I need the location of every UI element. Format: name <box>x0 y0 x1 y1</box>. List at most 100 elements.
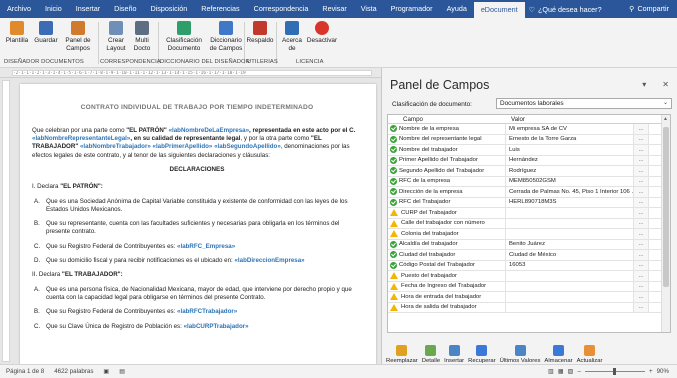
field-value-cell[interactable]: Ciudad de México <box>506 250 634 260</box>
field-value-cell[interactable]: Hernández <box>506 155 634 165</box>
field-row[interactable]: Puesto del trabajador... <box>388 271 670 282</box>
field-value-cell[interactable] <box>506 208 634 218</box>
field-value-cell[interactable] <box>506 229 634 239</box>
header-valor[interactable]: Valor <box>508 115 642 123</box>
clasificacion-select[interactable]: Documentos laborales ⌄ <box>496 98 672 109</box>
field-tag[interactable]: «labRFCTrabajador» <box>177 308 237 315</box>
multi-docto-button[interactable]: Multi Docto <box>130 21 154 52</box>
field-tag[interactable]: «labRFC_Empresa» <box>177 243 235 250</box>
field-tag[interactable]: «labNombreDeLaEmpresa» <box>169 127 249 134</box>
field-row[interactable]: Hora de entrada del trabajador... <box>388 292 670 303</box>
field-row[interactable]: Nombre del trabajador Luis... <box>388 145 670 156</box>
field-edit-button[interactable]: ... <box>634 250 649 260</box>
menu-tab-1[interactable]: Inicio <box>38 0 69 18</box>
field-row[interactable]: Calle del trabajador con número... <box>388 218 670 229</box>
crear-layout-button[interactable]: Crear Layout <box>104 21 128 52</box>
field-edit-button[interactable]: ... <box>634 218 649 228</box>
field-edit-button[interactable]: ... <box>634 155 649 165</box>
field-edit-button[interactable]: ... <box>634 124 649 134</box>
panel-tool-button[interactable]: Reemplazar <box>386 336 418 364</box>
field-row[interactable]: Segundo Apellido del Trabajador Rodríguez… <box>388 166 670 177</box>
panel-campos-button[interactable]: Panel de Campos <box>64 21 92 52</box>
field-edit-button[interactable]: ... <box>634 292 649 302</box>
web-layout-icon[interactable]: ▧ <box>568 365 574 378</box>
field-value-cell[interactable]: MEM850502GSM <box>506 176 634 186</box>
field-value-cell[interactable]: Luis <box>506 145 634 155</box>
header-campo[interactable]: Campo <box>398 115 508 123</box>
field-value-cell[interactable]: Mi empresa SA de CV <box>506 124 634 134</box>
page-count[interactable]: Página 1 de 8 <box>6 368 44 375</box>
panel-tool-button[interactable]: Almacenar <box>544 336 573 364</box>
menu-tab-7[interactable]: Revisar <box>315 0 353 18</box>
field-row[interactable]: Colonia del trabajador... <box>388 229 670 240</box>
tell-me-box[interactable]: ♡ ¿Qué desea hacer? <box>529 5 602 14</box>
field-value-cell[interactable]: Benito Juárez <box>506 239 634 249</box>
field-tag[interactable]: «labNombreTrabajador» «labPrimerApellido… <box>80 143 281 150</box>
field-edit-button[interactable]: ... <box>634 281 649 291</box>
panel-tool-button[interactable]: Insertar <box>444 336 464 364</box>
close-icon[interactable]: ✕ <box>662 80 669 89</box>
field-value-cell[interactable] <box>506 271 634 281</box>
field-row[interactable]: Ciudad del trabajador Ciudad de México... <box>388 250 670 261</box>
word-count[interactable]: 4622 palabras <box>54 368 93 375</box>
grid-scrollbar[interactable]: ▲ <box>661 115 670 332</box>
print-layout-icon[interactable]: ▦ <box>558 365 564 378</box>
menu-tab-6[interactable]: Correspondencia <box>247 0 316 18</box>
field-row[interactable]: Fecha de Ingreso del Trabajador... <box>388 281 670 292</box>
share-button[interactable]: ⚲ Compartir <box>629 0 669 18</box>
field-row[interactable]: RFC del Trabajador HERL890718M3S... <box>388 197 670 208</box>
zoom-in-icon[interactable]: + <box>649 365 653 378</box>
plantilla-button[interactable]: Plantilla <box>4 21 30 45</box>
field-value-cell[interactable]: Ernesto de la Torre Garza <box>506 134 634 144</box>
field-edit-button[interactable]: ... <box>634 187 649 197</box>
zoom-out-icon[interactable]: – <box>578 365 581 378</box>
proofing-icon[interactable]: ▣ <box>103 368 109 375</box>
menu-tab-4[interactable]: Disposición <box>144 0 195 18</box>
diccionario-button[interactable]: Diccionario de Campos <box>206 21 246 52</box>
document-page[interactable]: CONTRATO INDIVIDUAL DE TRABAJO POR TIEMP… <box>20 84 376 364</box>
field-row[interactable]: Nombre de la empresa Mi empresa SA de CV.… <box>388 124 670 135</box>
scroll-thumb[interactable] <box>663 127 669 287</box>
field-row[interactable]: Hora de salida del trabajador... <box>388 302 670 313</box>
field-value-cell[interactable] <box>506 292 634 302</box>
menu-tab-2[interactable]: Insertar <box>69 0 107 18</box>
vertical-ruler[interactable] <box>2 80 10 362</box>
guardar-button[interactable]: Guardar <box>34 21 58 45</box>
panel-tool-button[interactable]: Últimos Valores <box>500 336 540 364</box>
field-edit-button[interactable]: ... <box>634 176 649 186</box>
zoom-level[interactable]: 90% <box>657 365 669 378</box>
scroll-up-icon[interactable]: ▲ <box>663 116 668 122</box>
field-edit-button[interactable]: ... <box>634 145 649 155</box>
read-mode-icon[interactable]: ▥ <box>548 365 554 378</box>
field-row[interactable]: Primer Apellido del Trabajador Hernández.… <box>388 155 670 166</box>
zoom-slider-knob[interactable] <box>612 368 616 375</box>
field-row[interactable]: RFC de la empresa MEM850502GSM... <box>388 176 670 187</box>
field-value-cell[interactable]: Rodríguez <box>506 166 634 176</box>
field-row[interactable]: Código Postal del Trabajador 16053... <box>388 260 670 271</box>
respaldo-button[interactable]: Respaldo <box>246 21 274 45</box>
field-value-cell[interactable]: HERL890718M3S <box>506 197 634 207</box>
field-edit-button[interactable]: ... <box>634 197 649 207</box>
clasificacion-button[interactable]: Clasificación Documento <box>162 21 206 52</box>
menu-tab-0[interactable]: Archivo <box>0 0 38 18</box>
panel-tool-button[interactable]: Actualizar <box>577 336 602 364</box>
field-value-cell[interactable] <box>506 302 634 312</box>
field-tag[interactable]: «labDireccionEmpresa» <box>234 257 304 264</box>
field-edit-button[interactable]: ... <box>634 229 649 239</box>
desactivar-button[interactable]: Desactivar <box>306 21 338 45</box>
acerca-button[interactable]: Acerca de <box>280 21 304 52</box>
menu-tab-8[interactable]: Vista <box>354 0 384 18</box>
horizontal-ruler[interactable]: ·2·1·1·1·2·1·3·1·4·1·5·1·6·1·7·1·8·1·9·1… <box>0 68 381 78</box>
field-value-cell[interactable]: Cerrada de Palmas No. 45, Piso 1 Interio… <box>506 187 634 197</box>
field-tag[interactable]: «labNombreRepresentanteLegal» <box>32 135 130 142</box>
menu-tab-5[interactable]: Referencias <box>194 0 246 18</box>
field-edit-button[interactable]: ... <box>634 208 649 218</box>
panel-tool-button[interactable]: Detalle <box>422 336 440 364</box>
field-edit-button[interactable]: ... <box>634 166 649 176</box>
menu-tab-3[interactable]: Diseño <box>107 0 143 18</box>
field-edit-button[interactable]: ... <box>634 302 649 312</box>
field-row[interactable]: Nombre del representante legal Ernesto de… <box>388 134 670 145</box>
field-value-cell[interactable] <box>506 281 634 291</box>
panel-options-icon[interactable]: ▾ <box>642 80 646 89</box>
menu-tab-10[interactable]: Ayuda <box>440 0 474 18</box>
